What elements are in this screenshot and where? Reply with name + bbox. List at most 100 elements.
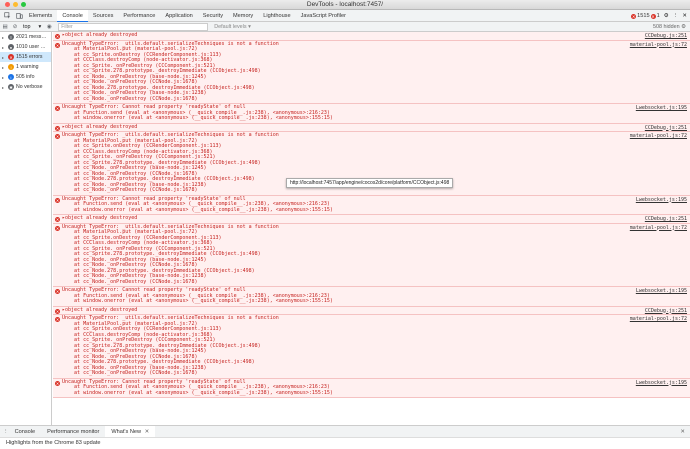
source-link[interactable]: CCDebug.js:251 (645, 216, 687, 222)
info-icon: i (8, 74, 14, 80)
error-icon: ✕ (55, 106, 60, 111)
device-toolbar-icon[interactable] (14, 11, 24, 21)
console-error-message: ✕ CCDebug.js:251 ▸object already destroyed (53, 123, 690, 132)
bug-icon: ✱ (8, 84, 14, 90)
close-devtools-icon[interactable]: ✕ (682, 13, 687, 19)
console-error-message: ✕ Lwebsocket.js:195 Uncaught TypeError: Ca… (53, 378, 690, 398)
tab-sources[interactable]: Sources (88, 10, 119, 22)
source-link[interactable]: CCDebug.js:251 (645, 308, 687, 314)
drawer-tab-label: Performance monitor (47, 428, 100, 435)
whats-new-headline: Highlights from the Chrome 83 update (6, 440, 101, 446)
log-levels-dropdown[interactable]: Default levels ▾ (214, 24, 251, 30)
filter-input[interactable]: Filter (58, 22, 209, 31)
error-icon: ✕ (55, 217, 60, 222)
drawer-tab-label: What's New (111, 428, 142, 435)
sidebar-item-error[interactable]: ▸ ✕ 1515 errors (0, 52, 51, 62)
link-tooltip: http://localhost:7457/app/engine/cocos2d… (286, 178, 454, 188)
error-text: ▸object already destroyed (62, 215, 138, 221)
error-icon: ✕ (8, 54, 14, 60)
context-selector[interactable]: top ▾ (20, 23, 44, 31)
expand-arrow-icon[interactable]: ▸ (2, 45, 6, 50)
sidebar-toggle-icon[interactable]: ▤ (0, 24, 10, 30)
sidebar-item-bug[interactable]: ▸ ✱ No verbose (0, 82, 51, 92)
source-link[interactable]: material-pool.js:72 (630, 42, 687, 48)
drawer-tab-what-s-new[interactable]: What's New ✕ (105, 425, 156, 438)
error-icon: ✕ (55, 134, 60, 139)
tab-security[interactable]: Security (198, 10, 228, 22)
tab-console[interactable]: Console (57, 9, 88, 22)
expand-arrow-icon[interactable]: ▸ (2, 85, 6, 90)
sidebar-item-info[interactable]: ▸ i 505 info (0, 72, 51, 82)
dropdown-arrow-icon: ▾ (38, 23, 42, 30)
expand-arrow-icon[interactable]: ▸ (2, 65, 6, 70)
live-expression-eye-icon[interactable]: ◉ (44, 24, 54, 30)
console-sidebar: ▸ ≡ 2021 mess… ▸ ● 1010 user … ▸ ✕ 1515 errors ▸!… (0, 32, 52, 425)
stack-frame[interactable]: at window.onerror (eval at <anonymous> (… (62, 298, 690, 305)
error-count: 1515 (637, 13, 650, 19)
error-icon: ✕ (55, 317, 60, 322)
close-tab-icon[interactable]: ✕ (143, 429, 150, 435)
inspect-element-icon[interactable] (2, 11, 12, 21)
warning-icon: ! (8, 64, 14, 70)
source-link[interactable]: CCDebug.js:251 (645, 33, 687, 39)
sidebar-item-warning[interactable]: ▸! 1 warning (0, 62, 51, 72)
error-text: ▸object already destroyed (62, 32, 138, 38)
sidebar-item-list[interactable]: ▸ ≡ 2021 mess… (0, 32, 51, 42)
sidebar-item-user[interactable]: ▸ ● 1010 user … (0, 42, 51, 52)
drawer-tab-console[interactable]: Console (9, 426, 42, 438)
settings-gear-icon[interactable]: ⚙ (664, 13, 669, 19)
user-icon: ● (8, 44, 14, 50)
more-menu-icon[interactable]: ⋮ (673, 13, 679, 19)
drawer-tab-performance-monitor[interactable]: Performance monitor (41, 426, 105, 438)
error-icon: ✕ (55, 225, 60, 231)
source-link[interactable]: Lwebsocket.js:195 (636, 105, 687, 111)
expand-arrow-icon[interactable]: ▸ (2, 75, 6, 80)
tab-lighthouse[interactable]: Lighthouse (258, 10, 295, 22)
list-icon: ≡ (8, 34, 14, 40)
console-error-message: ✕ material-pool.js:72 Uncaught TypeError: … (53, 40, 690, 104)
expand-arrow-icon[interactable]: ▸ (2, 55, 6, 60)
whats-new-panel: Highlights from the Chrome 83 update (0, 437, 690, 449)
stack-frame[interactable]: at cc_Node._onPreDestroy (CCNode.js:1678… (62, 279, 690, 286)
console-settings-gear-icon[interactable]: ⚙ (681, 24, 686, 30)
error-count-small: 1 (656, 13, 660, 19)
error-icon: ✕ (55, 125, 60, 131)
clear-console-icon[interactable]: ⊘ (10, 24, 20, 30)
source-link[interactable]: material-pool.js:72 (630, 316, 687, 322)
stack-frame[interactable]: at window.onerror (eval at <anonymous> (… (62, 207, 690, 214)
tab-memory[interactable]: Memory (228, 10, 258, 22)
console-error-message: ✕ CCDebug.js:251 ▸object already destroyed (53, 306, 690, 315)
console-toolbar: ▤ ⊘ top ▾ ◉ Filter Default levels ▾ 508 … (0, 22, 690, 32)
tab-performance[interactable]: Performance (118, 10, 160, 22)
tab-elements[interactable]: Elements (24, 10, 57, 22)
devtools-tabbar: Elements Console Sources Performance Applica… (0, 9, 690, 22)
sidebar-item-label: 505 info (16, 74, 35, 80)
drawer-tabbar: ⋮ Console Performance monitor What's New ✕… (0, 425, 690, 438)
source-link[interactable]: material-pool.js:72 (630, 225, 687, 231)
source-link[interactable]: material-pool.js:72 (630, 133, 687, 139)
error-text: ▸object already destroyed (62, 306, 138, 313)
expand-arrow-icon[interactable]: ▸ (2, 35, 6, 40)
stack-frame[interactable]: at cc_Node._onPreDestroy (CCNode.js:1678… (62, 96, 690, 103)
context-value: top (23, 23, 31, 30)
tab-javascript-profiler[interactable]: JavaScript Profiler (296, 10, 351, 22)
error-icon: ✕ (650, 13, 656, 19)
stack-frame[interactable]: at cc_Node._onPreDestroy (CCNode.js:1678… (62, 187, 690, 194)
error-count-badge[interactable]: ✕ 1515 ✕ 1 (631, 13, 660, 19)
window-titlebar: DevTools - localhost:7457/ (0, 0, 690, 10)
console-error-message: ✕ Lwebsocket.js:195 Uncaught TypeError: Ca… (53, 287, 690, 307)
close-drawer-icon[interactable]: ✕ (680, 429, 685, 435)
stack-frame[interactable]: at window.onerror (eval at <anonymous> (… (62, 115, 690, 122)
tabbar-right: ✕ 1515 ✕ 1 ⚙ ⋮ ✕ (631, 10, 687, 22)
source-link[interactable]: Lwebsocket.js:195 (636, 197, 687, 203)
source-link[interactable]: CCDebug.js:251 (645, 125, 687, 131)
source-link[interactable]: Lwebsocket.js:195 (636, 288, 687, 294)
source-link[interactable]: Lwebsocket.js:195 (636, 380, 687, 386)
stack-frame[interactable]: at cc_Node._onPreDestroy (CCNode.js:1678… (62, 370, 690, 377)
console-error-message: ✕ CCDebug.js:251 ▸object already destroyed (53, 215, 690, 224)
console-error-message: ✕ material-pool.js:72 Uncaught TypeError: … (53, 223, 690, 287)
tab-application[interactable]: Application (160, 10, 197, 22)
drawer-menu-icon[interactable]: ⋮ (0, 429, 9, 435)
stack-frame[interactable]: at window.onerror (eval at <anonymous> (… (62, 390, 690, 397)
console-messages: ✕ CCDebug.js:251 ▸object already destroyed… (53, 32, 690, 425)
